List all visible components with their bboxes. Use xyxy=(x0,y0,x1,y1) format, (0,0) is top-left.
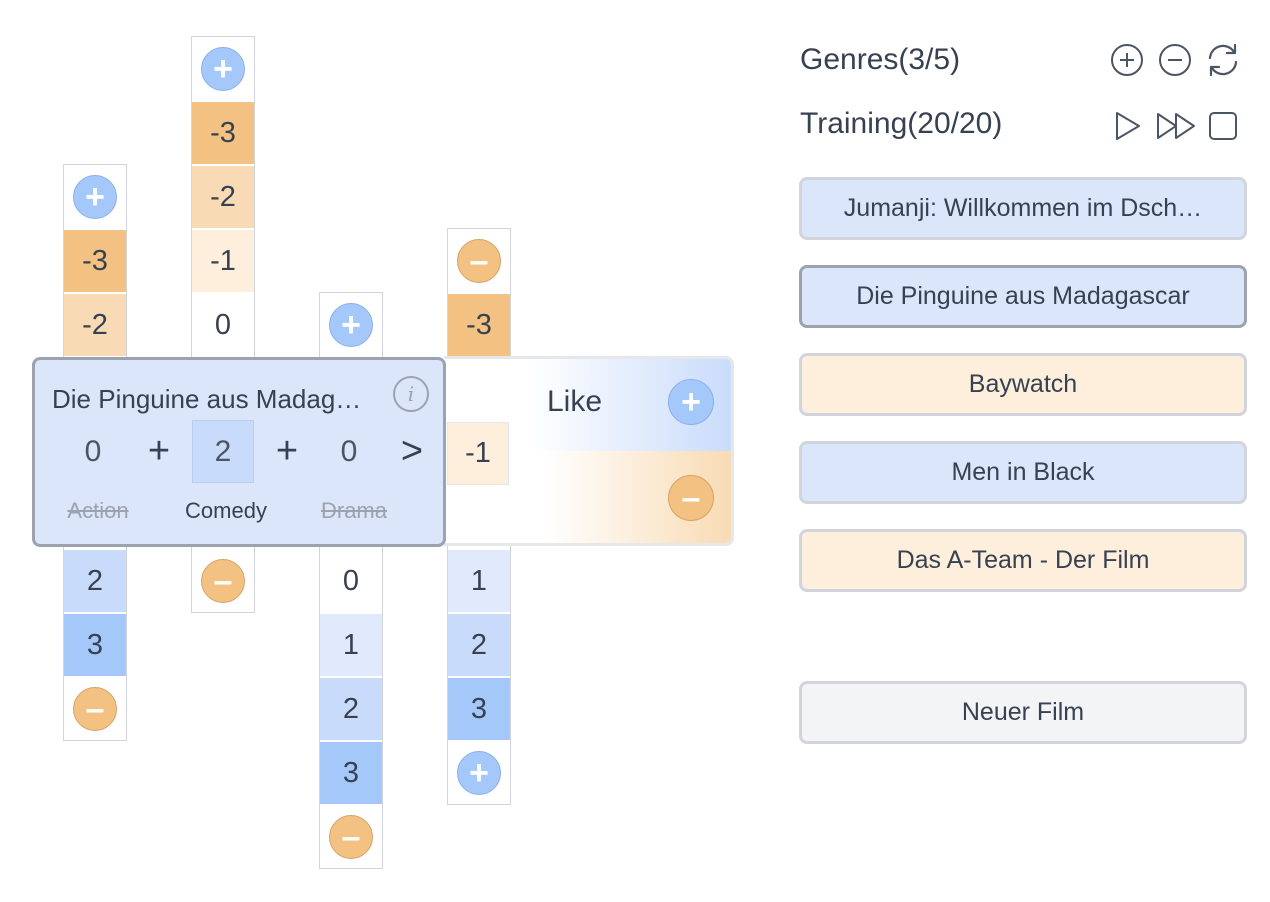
weight-cell[interactable]: -1 xyxy=(192,229,254,292)
formula-term-drama: 0 xyxy=(340,434,358,468)
fast-forward-icon[interactable] xyxy=(1155,108,1199,144)
remove-icon[interactable]: – xyxy=(201,559,245,603)
weight-cell[interactable]: 2 xyxy=(320,677,382,740)
weight-cell[interactable]: 0 xyxy=(192,293,254,356)
new-movie-button[interactable]: Neuer Film xyxy=(799,681,1247,744)
dislike-minus-icon[interactable]: – xyxy=(668,475,714,521)
formula-operator: + xyxy=(147,430,171,472)
remove-icon[interactable]: – xyxy=(73,687,117,731)
remove-genre-icon[interactable] xyxy=(1157,42,1193,78)
output-value-cell: -1 xyxy=(447,422,509,485)
movie-button[interactable]: Baywatch xyxy=(799,353,1247,416)
weight-cell[interactable]: -2 xyxy=(64,293,126,356)
weight-cell[interactable]: -3 xyxy=(64,229,126,292)
weight-cell[interactable]: -3 xyxy=(448,293,510,356)
column-bottom-button-cell: – xyxy=(64,677,126,740)
movie-button[interactable]: Das A-Team - Der Film xyxy=(799,529,1247,592)
add-genre-icon[interactable] xyxy=(1109,42,1145,78)
movie-formula-popup: Die Pinguine aus Madag… i 0 + 2 + 0 > Ac… xyxy=(32,357,446,547)
weight-cell[interactable]: 3 xyxy=(320,741,382,804)
weight-cell[interactable]: 1 xyxy=(320,613,382,676)
popup-movie-title: Die Pinguine aus Madag… xyxy=(52,384,362,414)
column-bottom-button-cell: – xyxy=(320,805,382,868)
weight-cell[interactable]: 2 xyxy=(448,613,510,676)
weight-cell[interactable]: 2 xyxy=(64,549,126,612)
weight-cell[interactable]: -2 xyxy=(192,165,254,228)
column-bottom-button-cell: – xyxy=(192,549,254,612)
column-top-button-cell: + xyxy=(320,293,382,356)
movie-button[interactable]: Jumanji: Willkommen im Dsch… xyxy=(799,177,1247,240)
add-icon[interactable]: + xyxy=(329,303,373,347)
column-top-button-cell: + xyxy=(64,165,126,228)
like-plus-icon[interactable]: + xyxy=(668,379,714,425)
weight-cell[interactable]: -3 xyxy=(192,101,254,164)
weight-cell[interactable]: 1 xyxy=(448,549,510,612)
formula-term-action: 0 xyxy=(84,434,102,468)
movie-button-selected[interactable]: Die Pinguine aus Madagascar xyxy=(799,265,1247,328)
genres-label: Genres(3/5) xyxy=(800,43,961,76)
column-bottom-button-cell: + xyxy=(448,741,510,804)
genre-label-comedy: Comedy xyxy=(185,498,267,523)
weight-cell[interactable]: 3 xyxy=(448,677,510,740)
reset-icon[interactable] xyxy=(1205,42,1241,78)
formula-operator: + xyxy=(275,430,299,472)
stop-icon[interactable] xyxy=(1205,108,1241,144)
info-icon[interactable]: i xyxy=(393,376,429,412)
like-dislike-panel: Like -1 + – xyxy=(444,356,734,546)
genre-label-drama: Drama xyxy=(320,498,387,523)
training-label: Training(20/20) xyxy=(800,107,1003,140)
movie-button[interactable]: Men in Black xyxy=(799,441,1247,504)
play-icon[interactable] xyxy=(1109,108,1145,144)
formula-term-comedy: 2 xyxy=(192,420,254,483)
column-top-button-cell: – xyxy=(448,229,510,292)
add-icon[interactable]: + xyxy=(457,751,501,795)
remove-icon[interactable]: – xyxy=(329,815,373,859)
formula-operator: > xyxy=(400,430,424,472)
weight-cell[interactable]: 0 xyxy=(320,549,382,612)
column-top-button-cell: + xyxy=(192,37,254,100)
add-icon[interactable]: + xyxy=(201,47,245,91)
genre-label-action: Action xyxy=(67,498,129,523)
add-icon[interactable]: + xyxy=(73,175,117,219)
remove-icon[interactable]: – xyxy=(457,239,501,283)
weight-cell[interactable]: 3 xyxy=(64,613,126,676)
like-label: Like xyxy=(547,385,603,418)
